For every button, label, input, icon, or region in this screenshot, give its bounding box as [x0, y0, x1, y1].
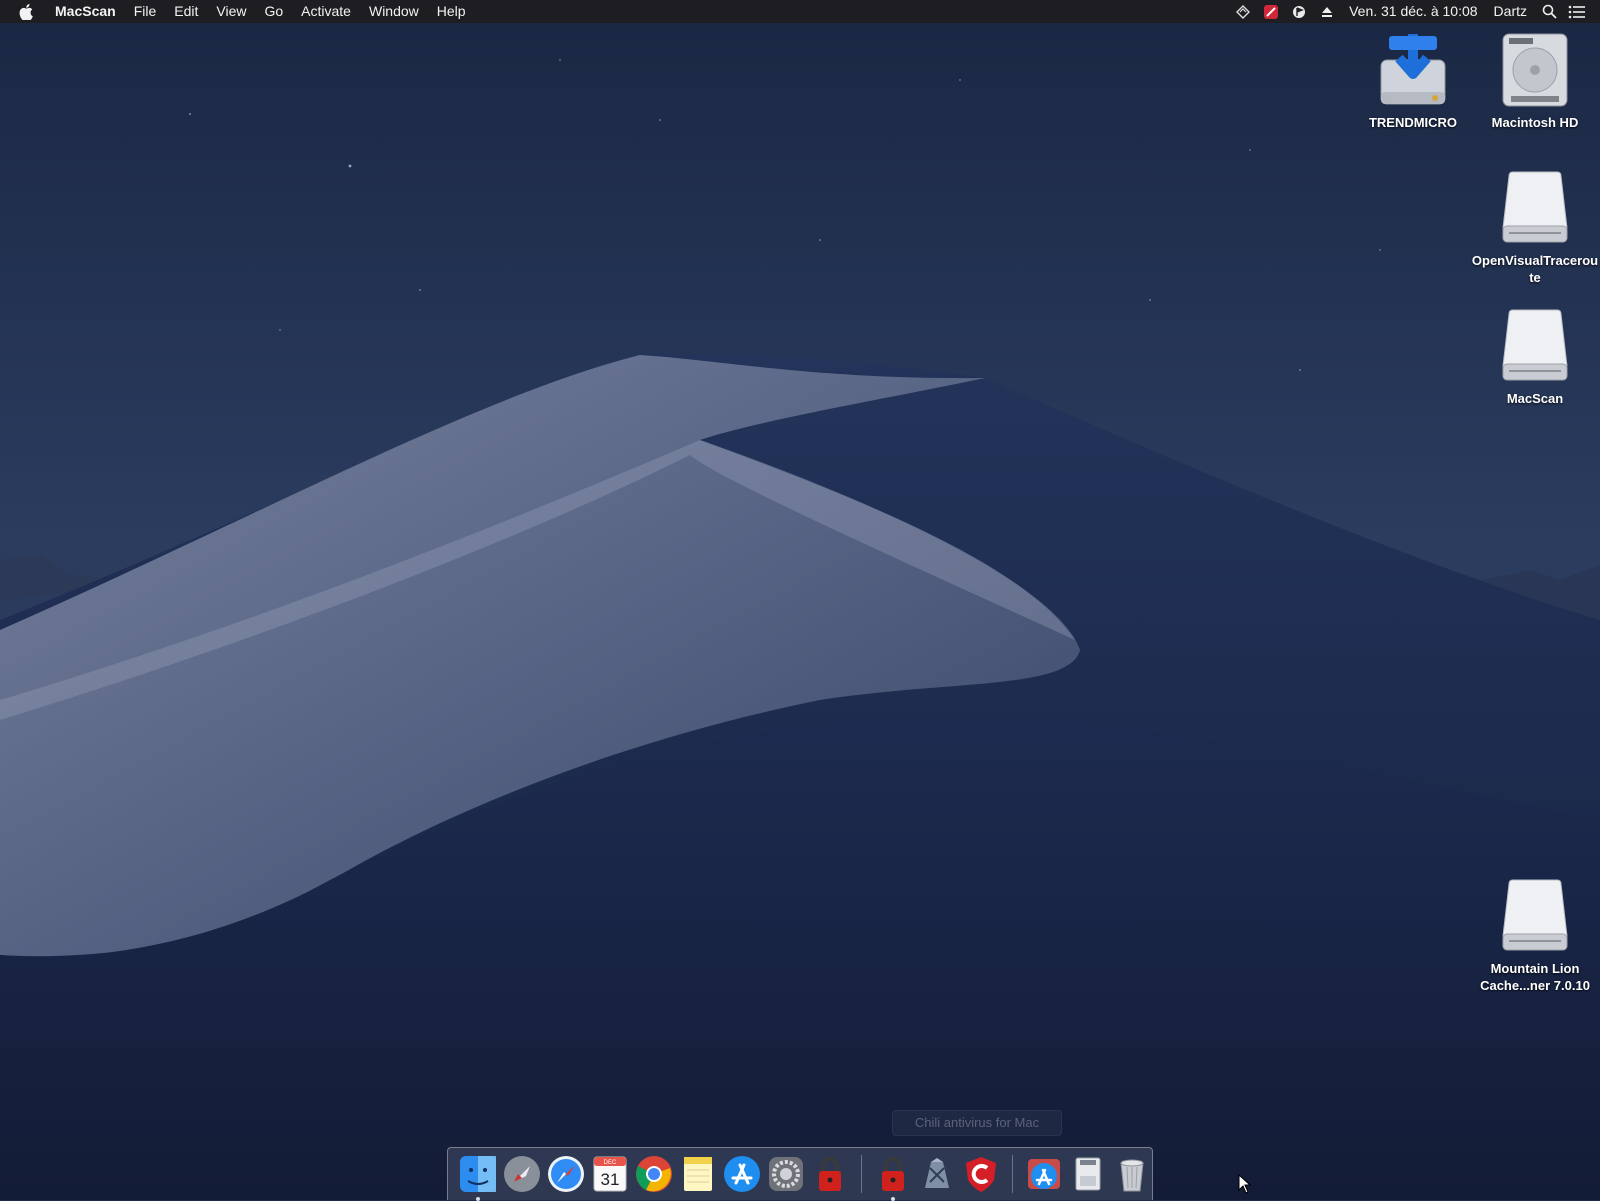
desktop-icon-openvisualtraceroute[interactable]: OpenVisualTraceroute — [1470, 168, 1600, 286]
desktop-icon-macintosh-hd[interactable]: Macintosh HD — [1470, 30, 1600, 131]
desktop-icon-macscan[interactable]: MacScan — [1470, 306, 1600, 407]
notification-center-icon[interactable] — [1568, 4, 1586, 20]
desktop-icon-label: MacScan — [1506, 391, 1564, 406]
apple-menu-icon[interactable] — [16, 0, 36, 23]
dock-separator — [861, 1155, 862, 1193]
installer-disk-icon — [1377, 30, 1449, 110]
hard-drive-icon — [1499, 30, 1571, 110]
trendmicro-status-icon[interactable] — [1262, 4, 1280, 20]
dock-separator — [1012, 1155, 1013, 1193]
menu-bar: MacScan File Edit View Go Activate Windo… — [0, 0, 1600, 23]
running-indicator — [891, 1197, 895, 1201]
external-disk-icon — [1499, 306, 1571, 386]
trash-icon[interactable] — [1112, 1154, 1152, 1194]
app-store-icon[interactable] — [722, 1154, 762, 1194]
eject-icon[interactable] — [1318, 4, 1336, 20]
desktop-wallpaper — [0, 0, 1600, 1200]
dock-tooltip: Chili antivirus for Mac — [892, 1110, 1062, 1136]
desktop-icon-label: OpenVisualTraceroute — [1471, 253, 1599, 285]
calendar-icon[interactable]: DEC 31 — [590, 1154, 630, 1194]
desktop-icon-trendmicro[interactable]: TRENDMICRO — [1348, 30, 1478, 131]
desktop-icon-label: TRENDMICRO — [1368, 115, 1458, 130]
dock: DEC 31 — [447, 1147, 1153, 1201]
red-shield-c-icon[interactable] — [961, 1154, 1001, 1194]
menu-help[interactable]: Help — [428, 0, 475, 23]
desktop-icon-label: Mountain Lion Cache...ner 7.0.10 — [1480, 961, 1590, 993]
external-disk-icon — [1499, 876, 1571, 956]
safari-icon[interactable] — [546, 1154, 586, 1194]
desktop-icon-mountain-lion-cache-cleaner[interactable]: Mountain Lion Cache...ner 7.0.10 — [1470, 876, 1600, 994]
launchpad-icon[interactable] — [502, 1154, 542, 1194]
chrome-icon[interactable] — [634, 1154, 674, 1194]
menu-user[interactable]: Dartz — [1486, 0, 1535, 23]
menu-go[interactable]: Go — [255, 0, 292, 23]
finder-icon[interactable] — [458, 1154, 498, 1201]
menu-view[interactable]: View — [207, 0, 255, 23]
menu-app-name[interactable]: MacScan — [46, 0, 125, 23]
menu-window[interactable]: Window — [360, 0, 428, 23]
notes-icon[interactable] — [678, 1154, 718, 1194]
mouse-cursor-icon — [1238, 1174, 1252, 1194]
calendar-day: 31 — [601, 1170, 620, 1189]
menu-clock[interactable]: Ven. 31 déc. à 10:08 — [1341, 0, 1485, 23]
app-store-downloads-icon[interactable] — [1024, 1154, 1064, 1194]
spotlight-search-icon[interactable] — [1540, 4, 1558, 20]
system-preferences-icon[interactable] — [766, 1154, 806, 1194]
flag-status-icon[interactable] — [1290, 4, 1308, 20]
external-disk-icon — [1499, 168, 1571, 248]
menu-edit[interactable]: Edit — [165, 0, 207, 23]
documents-icon[interactable] — [1068, 1154, 1108, 1194]
menu-activate[interactable]: Activate — [292, 0, 360, 23]
red-lock-icon[interactable] — [810, 1154, 850, 1194]
menu-file[interactable]: File — [125, 0, 166, 23]
running-indicator — [476, 1197, 480, 1201]
desktop-icon-label: Macintosh HD — [1491, 115, 1579, 130]
calendar-month: DEC — [604, 1160, 617, 1166]
xcode-icon[interactable] — [917, 1154, 957, 1194]
red-lock-icon[interactable] — [873, 1154, 913, 1201]
sync-icon[interactable] — [1234, 4, 1252, 20]
